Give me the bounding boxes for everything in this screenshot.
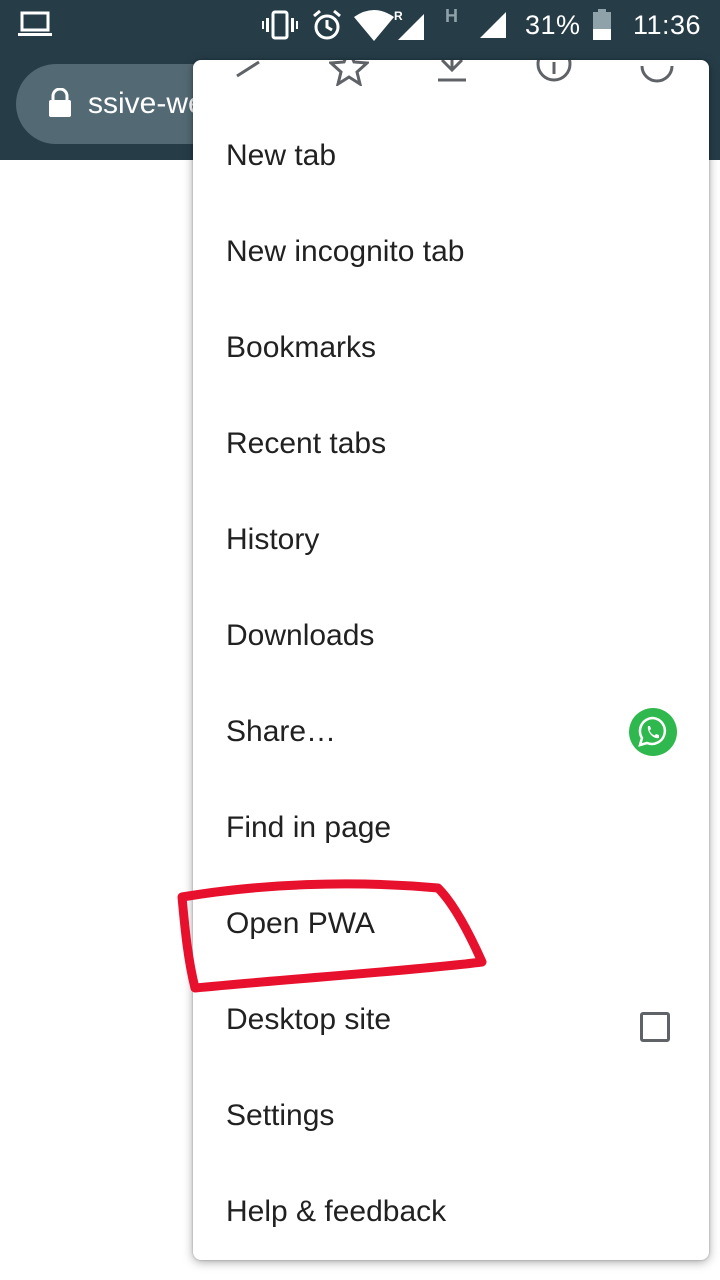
menu-item-label: Share… xyxy=(226,715,337,748)
refresh-icon[interactable] xyxy=(637,60,677,91)
menu-item-label: New tab xyxy=(226,139,337,172)
menu-item-label: Help & feedback xyxy=(226,1195,447,1228)
download-icon[interactable] xyxy=(432,60,472,91)
signal-icon xyxy=(478,0,508,50)
menu-item-new-tab[interactable]: New tab xyxy=(193,108,709,204)
menu-item-history[interactable]: History xyxy=(193,492,709,588)
lock-icon xyxy=(48,87,72,123)
menu-item-recent-tabs[interactable]: Recent tabs xyxy=(193,396,709,492)
menu-item-bookmarks[interactable]: Bookmarks xyxy=(193,300,709,396)
status-bar: R H 31% 11:36 xyxy=(0,0,720,50)
clock: 11:36 xyxy=(633,9,702,40)
vibrate-icon xyxy=(262,0,298,50)
wifi-icon xyxy=(354,0,394,50)
laptop-icon xyxy=(18,0,52,50)
signal-icon: R xyxy=(394,0,428,50)
menu-item-label: Find in page xyxy=(226,811,392,844)
menu-item-desktop-site[interactable]: Desktop site xyxy=(193,972,709,1068)
svg-text:R: R xyxy=(394,9,403,23)
network-type-label: H xyxy=(445,6,458,26)
menu-item-label: Desktop site xyxy=(226,1003,392,1036)
menu-icon-row xyxy=(193,60,709,110)
alarm-icon xyxy=(311,0,343,50)
battery-percent: 31% xyxy=(525,9,581,40)
menu-item-share[interactable]: Share… xyxy=(193,684,709,780)
menu-item-label: Bookmarks xyxy=(226,331,377,364)
menu-item-open-pwa[interactable]: Open PWA xyxy=(193,876,709,972)
whatsapp-icon[interactable] xyxy=(629,708,677,756)
menu-item-find-in-page[interactable]: Find in page xyxy=(193,780,709,876)
overflow-menu: New tab New incognito tab Bookmarks Rece… xyxy=(193,60,709,1260)
info-icon[interactable] xyxy=(534,60,574,91)
forward-icon[interactable] xyxy=(231,60,271,91)
bookmark-star-icon[interactable] xyxy=(327,60,371,91)
menu-item-label: Open PWA xyxy=(226,907,375,940)
menu-item-label: Settings xyxy=(226,1099,335,1132)
desktop-site-checkbox[interactable] xyxy=(640,1012,670,1042)
menu-item-label: History xyxy=(226,523,320,556)
battery-icon xyxy=(592,0,612,50)
menu-item-label: Recent tabs xyxy=(226,427,387,460)
menu-item-new-incognito-tab[interactable]: New incognito tab xyxy=(193,204,709,300)
menu-item-help-feedback[interactable]: Help & feedback xyxy=(193,1164,709,1260)
menu-item-settings[interactable]: Settings xyxy=(193,1068,709,1164)
url-text: ssive-we xyxy=(88,87,205,120)
menu-item-label: Downloads xyxy=(226,619,375,652)
menu-item-downloads[interactable]: Downloads xyxy=(193,588,709,684)
menu-item-label: New incognito tab xyxy=(226,235,465,268)
